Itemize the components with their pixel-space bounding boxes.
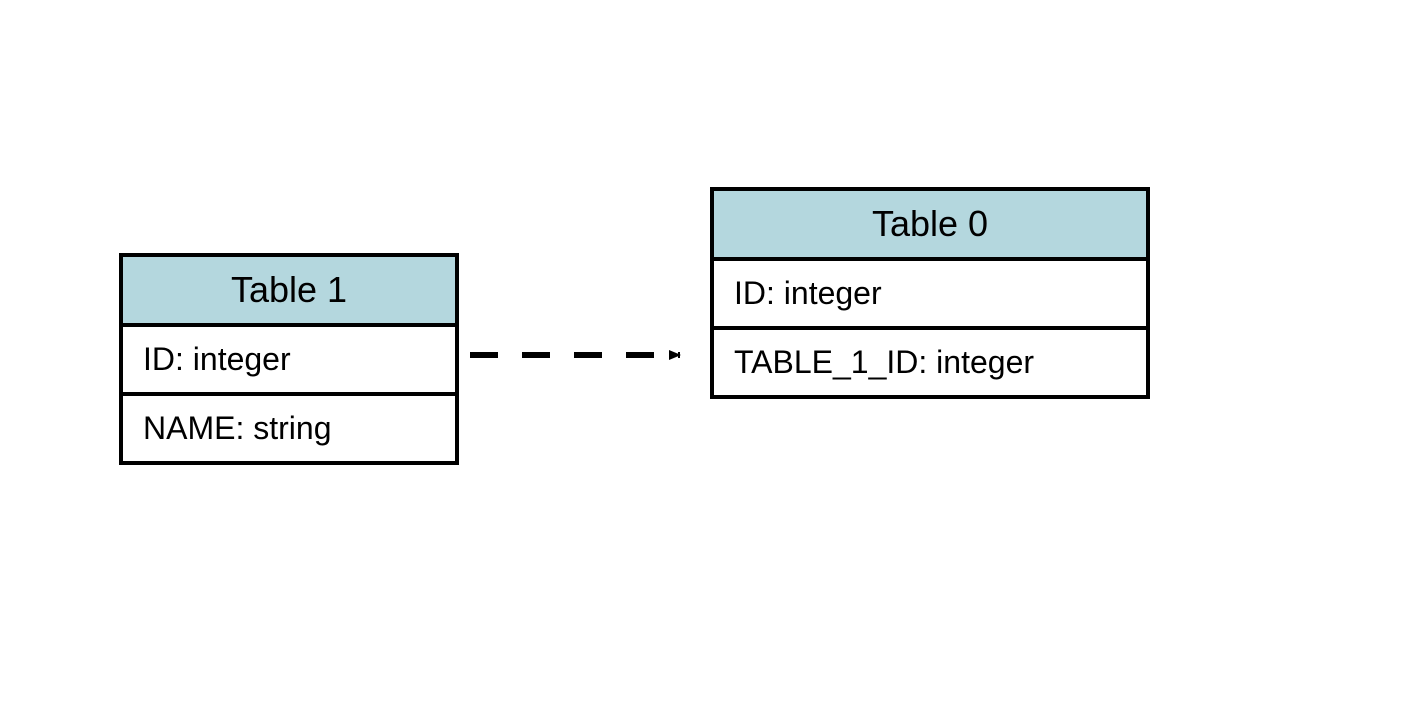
entity-table-0-column-table1id: TABLE_1_ID: integer (714, 330, 1146, 395)
entity-table-0-title: Table 0 (714, 191, 1146, 261)
entity-table-1: Table 1 ID: integer NAME: string (119, 253, 459, 465)
entity-table-1-column-id: ID: integer (123, 327, 455, 396)
diagram-canvas: Table 1 ID: integer NAME: string Table 0… (0, 0, 1424, 722)
entity-table-0-column-id: ID: integer (714, 261, 1146, 330)
entity-table-1-column-name: NAME: string (123, 396, 455, 461)
entity-table-1-title: Table 1 (123, 257, 455, 327)
entity-table-0: Table 0 ID: integer TABLE_1_ID: integer (710, 187, 1150, 399)
